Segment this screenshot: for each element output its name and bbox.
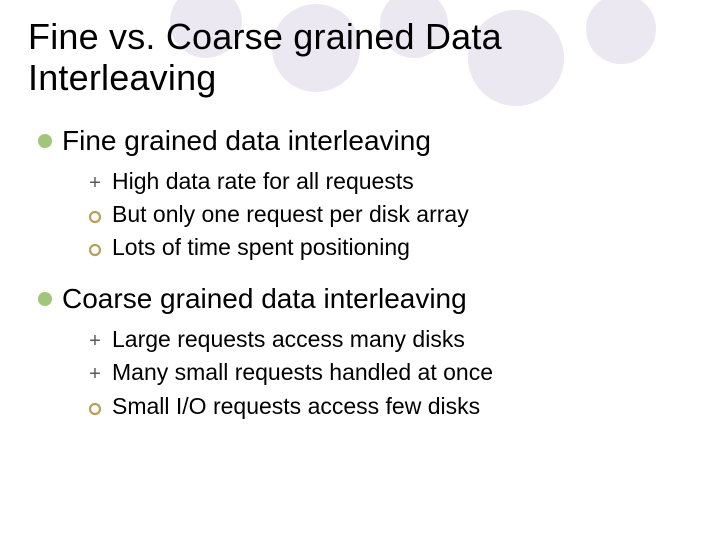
list-item: Small I/O requests access few disks xyxy=(84,390,692,423)
ring-icon xyxy=(84,210,106,224)
list-item: Lots of time spent positioning xyxy=(84,231,692,264)
item-text: Small I/O requests access few disks xyxy=(112,390,480,423)
plus-icon: + xyxy=(84,169,106,198)
ring-icon xyxy=(84,243,106,257)
ring-icon xyxy=(84,402,106,416)
item-text: High data rate for all requests xyxy=(112,165,414,198)
plus-icon: + xyxy=(84,327,106,356)
item-list: + High data rate for all requests But on… xyxy=(28,165,692,265)
slide-title: Fine vs. Coarse grained Data Interleavin… xyxy=(28,16,692,99)
disc-bullet-icon xyxy=(38,134,52,148)
disc-bullet-icon xyxy=(38,292,52,306)
section-header: Fine grained data interleaving xyxy=(38,125,692,157)
list-item: But only one request per disk array xyxy=(84,198,692,231)
section-heading: Coarse grained data interleaving xyxy=(62,283,467,315)
section-heading: Fine grained data interleaving xyxy=(62,125,431,157)
list-item: + Large requests access many disks xyxy=(84,323,692,356)
section-coarse: Coarse grained data interleaving + Large… xyxy=(28,283,692,423)
slide: Fine vs. Coarse grained Data Interleavin… xyxy=(0,0,720,465)
section-fine: Fine grained data interleaving + High da… xyxy=(28,125,692,265)
list-item: + Many small requests handled at once xyxy=(84,356,692,389)
item-text: But only one request per disk array xyxy=(112,198,469,231)
item-text: Lots of time spent positioning xyxy=(112,231,410,264)
item-text: Many small requests handled at once xyxy=(112,356,493,389)
section-header: Coarse grained data interleaving xyxy=(38,283,692,315)
list-item: + High data rate for all requests xyxy=(84,165,692,198)
item-text: Large requests access many disks xyxy=(112,323,465,356)
item-list: + Large requests access many disks + Man… xyxy=(28,323,692,423)
plus-icon: + xyxy=(84,360,106,389)
